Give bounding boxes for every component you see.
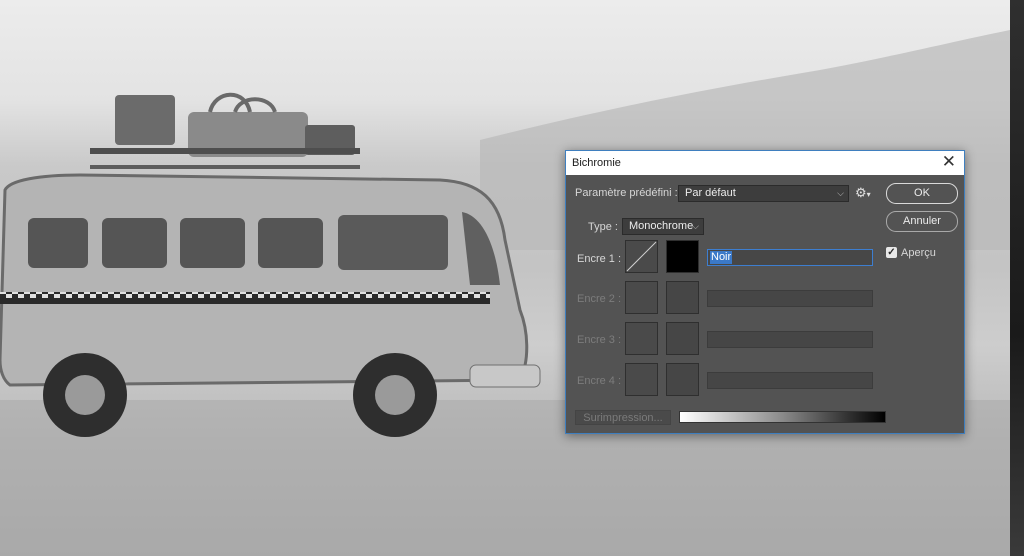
ink-1-color-swatch[interactable] [666,240,699,273]
ink-4-curve[interactable] [625,363,658,396]
ink-1-label: Encre 1 : [577,253,622,265]
preview-checkbox[interactable]: ✓ [886,247,897,258]
ink-3-name-input[interactable] [707,331,873,348]
dialog-titlebar[interactable]: Bichromie ✕ [566,151,964,175]
ink-1-name-input[interactable]: Noir [707,249,873,266]
window-edge [1010,0,1024,556]
ink-4-name-input[interactable] [707,372,873,389]
cancel-button[interactable]: Annuler [886,211,958,232]
ink-4-color-swatch[interactable] [666,363,699,396]
ink-3-label: Encre 3 : [577,334,622,346]
dialog-title: Bichromie [572,157,621,169]
close-icon[interactable]: ✕ [942,153,956,171]
bichromie-dialog: Bichromie ✕ Paramètre prédéfini : Par dé… [565,150,965,434]
curve-diagonal-icon [626,241,657,272]
chevron-down-icon: ⌵ [837,188,844,198]
ink-2-color-swatch[interactable] [666,281,699,314]
gear-icon[interactable]: ⚙▾ [855,186,871,200]
overprint-button[interactable]: Surimpression... [575,410,671,425]
ok-button[interactable]: OK [886,183,958,204]
ink-2-label: Encre 2 : [577,293,622,305]
ink-3-curve[interactable] [625,322,658,355]
preset-value: Par défaut [685,187,736,199]
chevron-down-icon: ⌵ [692,221,699,231]
ink-1-name-value: Noir [710,251,733,264]
preset-label: Paramètre prédéfini : [575,187,678,199]
preview-label: Aperçu [901,247,936,259]
type-select[interactable]: Monochrome ⌵ [622,218,704,235]
ink-2-name-input[interactable] [707,290,873,307]
type-value: Monochrome [629,220,694,232]
ink-3-color-swatch[interactable] [666,322,699,355]
tone-ramp [679,411,886,423]
preset-select[interactable]: Par défaut ⌵ [678,185,849,202]
ink-2-curve[interactable] [625,281,658,314]
type-label: Type : [588,221,618,233]
ink-1-curve[interactable] [625,240,658,273]
ink-4-label: Encre 4 : [577,375,622,387]
